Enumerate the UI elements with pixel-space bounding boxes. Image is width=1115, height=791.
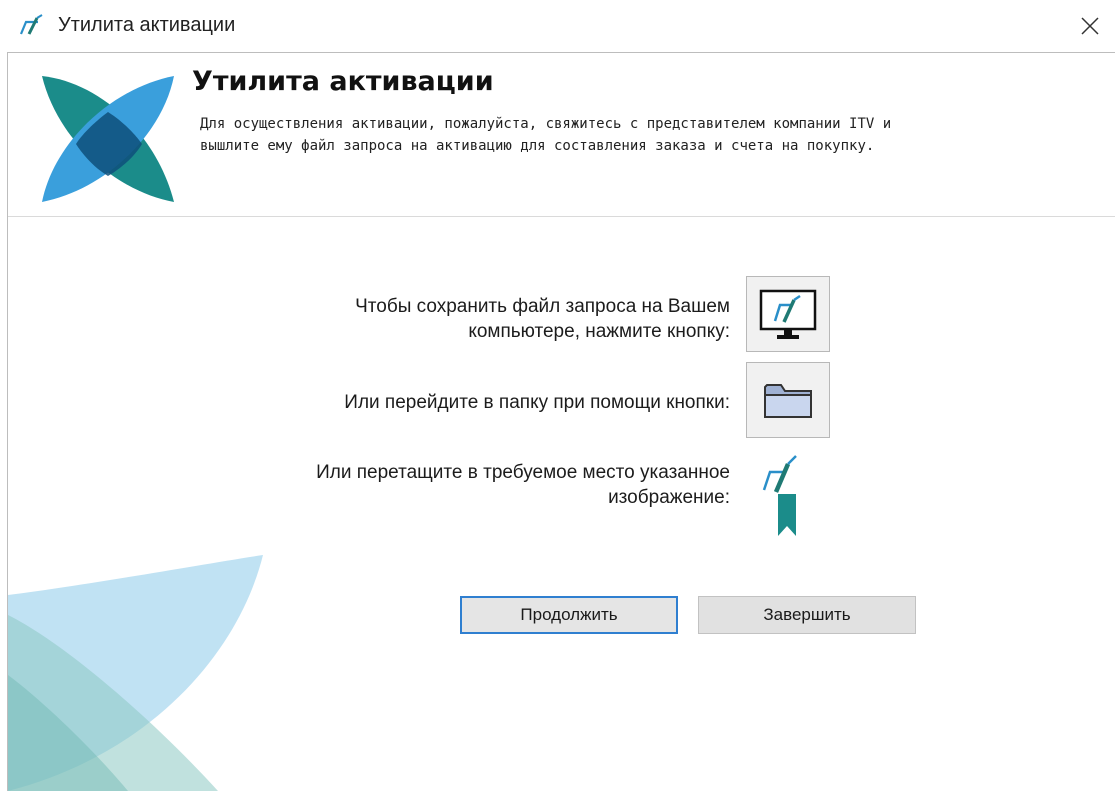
open-folder-button[interactable] [746, 362, 830, 438]
finish-button[interactable]: Завершить [698, 596, 916, 634]
save-instruction-label: Чтобы сохранить файл запроса на Вашем ко… [250, 294, 730, 344]
save-request-button[interactable] [746, 276, 830, 352]
app-logo-icon [19, 14, 43, 35]
folder-icon [764, 384, 812, 418]
description-line: Для осуществления активации, пожалуйста,… [200, 116, 892, 132]
monitor-icon [759, 289, 817, 339]
close-button[interactable] [1068, 4, 1112, 48]
drag-instruction-label: Или перетащите в требуемое место указанн… [200, 460, 730, 510]
label-line: компьютере, нажмите кнопку: [468, 321, 730, 342]
folder-instruction-label: Или перейдите в папку при помощи кнопки: [344, 392, 730, 413]
label-line: Чтобы сохранить файл запроса на Вашем [355, 296, 730, 317]
close-icon [1081, 17, 1099, 35]
continue-button[interactable]: Продолжить [460, 596, 678, 634]
title-bar: Утилита активации [0, 0, 1115, 52]
itv-logo-icon [42, 76, 174, 202]
page-title: Утилита активации [192, 66, 494, 97]
header-divider [8, 216, 1115, 217]
window-title: Утилита активации [58, 14, 236, 36]
header-description: Для осуществления активации, пожалуйста,… [200, 113, 1040, 157]
label-line: изображение: [608, 487, 730, 508]
activation-bookmark-icon[interactable] [760, 450, 810, 540]
label-line: Или перетащите в требуемое место указанн… [316, 462, 730, 483]
description-line: вышлите ему файл запроса на активацию дл… [200, 138, 875, 154]
background-leaf-decoration [8, 555, 263, 791]
